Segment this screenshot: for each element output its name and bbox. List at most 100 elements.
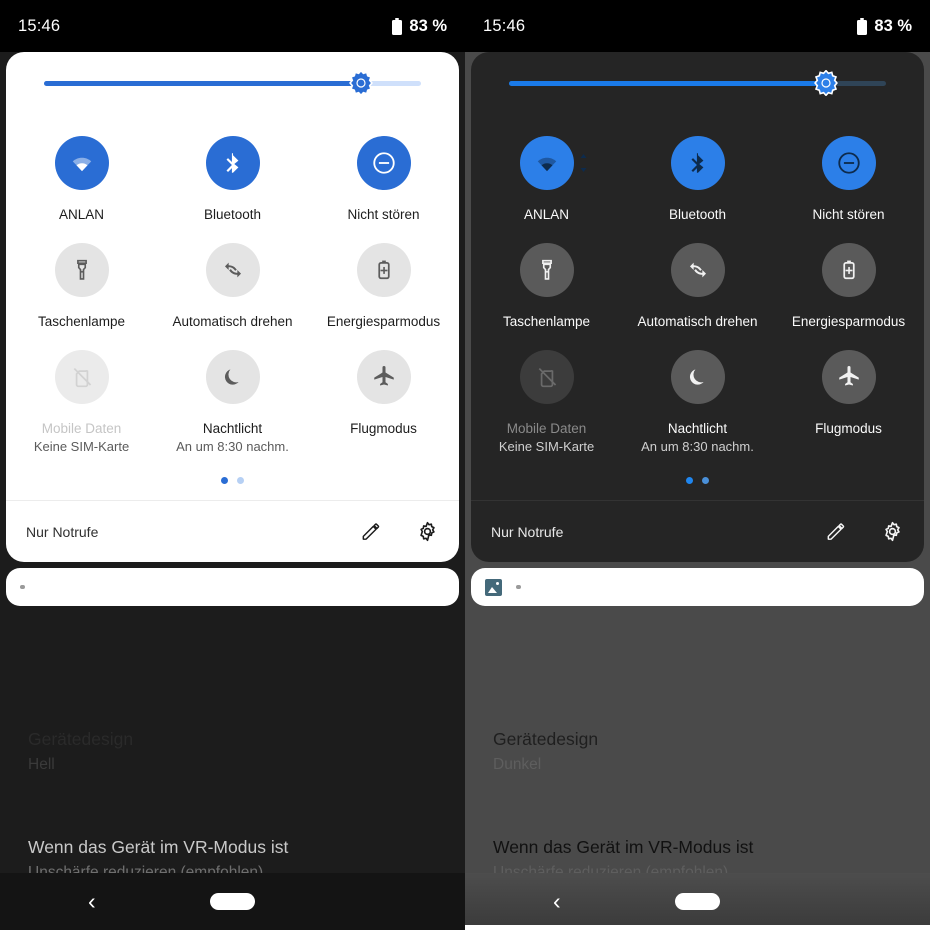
quick-tile-automatisch-drehen[interactable]: Automatisch drehen bbox=[622, 231, 773, 338]
quick-tile-taschenlampe[interactable]: Taschenlampe bbox=[471, 231, 622, 338]
quick-tile-icon-wrap[interactable] bbox=[821, 136, 876, 190]
brightness-fill bbox=[509, 80, 826, 86]
quick-tile-label: Bluetooth bbox=[668, 207, 727, 222]
brightness-fill bbox=[44, 80, 361, 86]
quick-tile-label: Flugmodus bbox=[350, 421, 417, 436]
home-pill-icon[interactable] bbox=[675, 893, 720, 910]
quick-tile-anlan[interactable]: ANLAN bbox=[471, 124, 622, 231]
quick-tile-bluetooth[interactable]: Bluetooth bbox=[157, 124, 308, 231]
brightness-slider[interactable] bbox=[471, 52, 924, 114]
brightness-sun-icon[interactable] bbox=[348, 70, 374, 96]
do-not-disturb-icon bbox=[836, 150, 862, 176]
quick-settings-pager bbox=[6, 463, 459, 500]
do-not-disturb-icon bbox=[371, 150, 397, 176]
quick-tile-bluetooth[interactable]: Bluetooth bbox=[622, 124, 773, 231]
notification-placeholder-dot bbox=[20, 584, 25, 590]
pencil-edit-icon[interactable] bbox=[359, 520, 382, 543]
quick-tile-label: Automatisch drehen bbox=[172, 314, 293, 329]
airplane-icon bbox=[371, 364, 397, 390]
quick-tile-icon-wrap[interactable] bbox=[54, 350, 109, 404]
wifi-icon bbox=[69, 150, 95, 176]
quick-tile-icon-wrap[interactable] bbox=[670, 350, 725, 404]
quick-tile-label: Nachtlicht bbox=[667, 421, 728, 436]
gear-settings-icon[interactable] bbox=[416, 520, 439, 543]
quick-tile-label: Nachtlicht bbox=[202, 421, 263, 436]
quick-tile-automatisch-drehen[interactable]: Automatisch drehen bbox=[157, 231, 308, 338]
quick-tile-icon-wrap[interactable] bbox=[205, 350, 260, 404]
quick-tile-flugmodus[interactable]: Flugmodus bbox=[773, 338, 924, 463]
screenshot-image-icon bbox=[485, 578, 502, 596]
navigation-bar: ‹ bbox=[0, 873, 465, 930]
quick-tile-mobile-daten[interactable]: Mobile Daten Keine SIM-Karte bbox=[6, 338, 157, 463]
quick-settings-tile-grid: ANLAN Bluetooth Nicht stören Taschenlamp… bbox=[471, 114, 924, 463]
quick-tile-icon-wrap[interactable] bbox=[519, 136, 586, 190]
dark-panel: Gerätedesign Dunkel Wenn das Gerät im VR… bbox=[465, 0, 930, 930]
battery-saver-icon bbox=[836, 257, 862, 283]
page-dot-2[interactable] bbox=[237, 477, 244, 484]
notification-strip[interactable] bbox=[471, 568, 924, 606]
quick-tile-label: Nicht stören bbox=[347, 207, 420, 222]
quick-tile-label: Automatisch drehen bbox=[637, 314, 758, 329]
quick-tile-nachtlicht[interactable]: Nachtlicht An um 8:30 nachm. bbox=[622, 338, 773, 463]
quick-settings-tile-grid: ANLAN Bluetooth Nicht stören Taschenlamp… bbox=[6, 114, 459, 463]
footer-actions bbox=[824, 520, 904, 543]
navigation-bar: ‹ bbox=[465, 873, 930, 930]
flashlight-icon bbox=[534, 257, 560, 283]
status-bar-clock: 15:46 bbox=[18, 16, 61, 35]
quick-tile-flugmodus[interactable]: Flugmodus bbox=[308, 338, 459, 463]
quick-tile-sublabel: An um 8:30 nachm. bbox=[176, 439, 289, 454]
quick-tile-icon-wrap[interactable] bbox=[205, 136, 260, 190]
quick-settings-footer: Nur Notrufe bbox=[471, 500, 924, 562]
battery-saver-icon bbox=[371, 257, 397, 283]
status-bar-right: 83 % bbox=[392, 17, 447, 36]
back-chevron-icon[interactable]: ‹ bbox=[88, 890, 96, 913]
page-dot-1[interactable] bbox=[686, 477, 693, 484]
quick-tile-icon-wrap[interactable] bbox=[670, 136, 725, 190]
quick-tile-icon-wrap[interactable] bbox=[54, 136, 109, 190]
quick-tile-icon-wrap[interactable] bbox=[356, 243, 411, 297]
night-light-moon-icon bbox=[220, 364, 246, 390]
quick-tile-icon-wrap[interactable] bbox=[519, 243, 574, 297]
brightness-track[interactable] bbox=[509, 70, 886, 96]
background-setting-title: Wenn das Gerät im VR-Modus ist bbox=[493, 837, 754, 857]
page-dot-2[interactable] bbox=[702, 477, 709, 484]
quick-tile-icon-wrap[interactable] bbox=[356, 350, 411, 404]
pencil-edit-icon[interactable] bbox=[824, 520, 847, 543]
battery-percent-label: 83 % bbox=[409, 16, 447, 35]
quick-tile-icon-wrap[interactable] bbox=[821, 350, 876, 404]
quick-tile-icon-wrap[interactable] bbox=[519, 350, 574, 404]
auto-rotate-icon bbox=[220, 257, 246, 283]
gear-settings-icon[interactable] bbox=[881, 520, 904, 543]
home-pill-icon[interactable] bbox=[210, 893, 255, 910]
brightness-sun-icon[interactable] bbox=[813, 70, 839, 96]
quick-tile-label: Mobile Daten bbox=[41, 421, 122, 436]
quick-tile-mobile-daten[interactable]: Mobile Daten Keine SIM-Karte bbox=[471, 338, 622, 463]
quick-tile-label: ANLAN bbox=[58, 207, 104, 222]
bottom-edge-highlight bbox=[465, 925, 930, 930]
quick-tile-energiesparmodus[interactable]: Energiesparmodus bbox=[308, 231, 459, 338]
quick-tile-icon-wrap[interactable] bbox=[356, 136, 411, 190]
quick-tile-nachtlicht[interactable]: Nachtlicht An um 8:30 nachm. bbox=[157, 338, 308, 463]
quick-tile-icon-wrap[interactable] bbox=[821, 243, 876, 297]
quick-tile-nicht-st-ren[interactable]: Nicht stören bbox=[773, 124, 924, 231]
quick-tile-icon-wrap[interactable] bbox=[670, 243, 725, 297]
back-chevron-icon[interactable]: ‹ bbox=[553, 890, 561, 913]
quick-tile-sublabel: Keine SIM-Karte bbox=[33, 439, 130, 454]
quick-tile-label: Taschenlampe bbox=[502, 314, 591, 329]
quick-tile-anlan[interactable]: ANLAN bbox=[6, 124, 157, 231]
quick-tile-icon-wrap[interactable] bbox=[205, 243, 260, 297]
quick-tile-energiesparmodus[interactable]: Energiesparmodus bbox=[773, 231, 924, 338]
quick-tile-taschenlampe[interactable]: Taschenlampe bbox=[6, 231, 157, 338]
quick-tile-icon-wrap[interactable] bbox=[54, 243, 109, 297]
page-dot-1[interactable] bbox=[221, 477, 228, 484]
background-setting-value: Hell bbox=[28, 756, 55, 773]
notification-strip[interactable] bbox=[6, 568, 459, 606]
quick-tile-nicht-st-ren[interactable]: Nicht stören bbox=[308, 124, 459, 231]
quick-tile-label: Energiesparmodus bbox=[791, 314, 906, 329]
flashlight-icon bbox=[69, 257, 95, 283]
brightness-track[interactable] bbox=[44, 70, 421, 96]
brightness-slider[interactable] bbox=[6, 52, 459, 114]
background-setting-title: Gerätedesign bbox=[28, 729, 134, 749]
battery-percent-label: 83 % bbox=[874, 16, 912, 35]
data-activity-arrows-icon bbox=[579, 153, 588, 173]
